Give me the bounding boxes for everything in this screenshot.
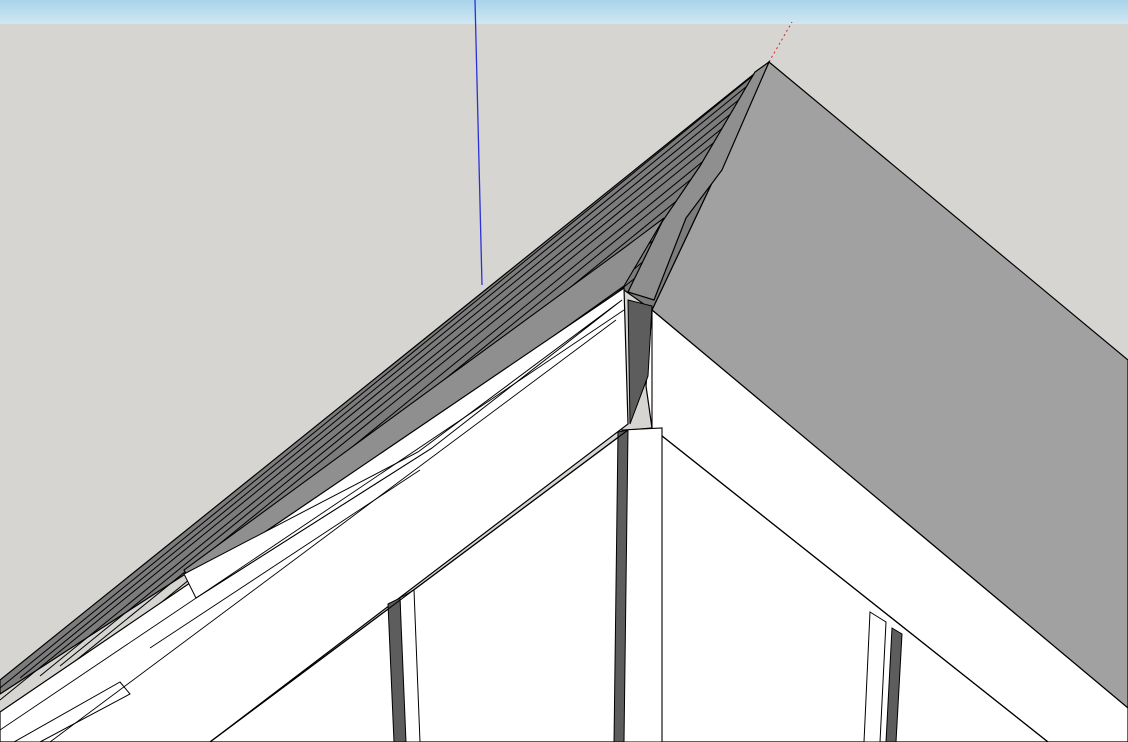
- model-viewport[interactable]: [0, 0, 1128, 742]
- model-canvas[interactable]: [0, 0, 1128, 742]
- sky-band: [0, 0, 1128, 24]
